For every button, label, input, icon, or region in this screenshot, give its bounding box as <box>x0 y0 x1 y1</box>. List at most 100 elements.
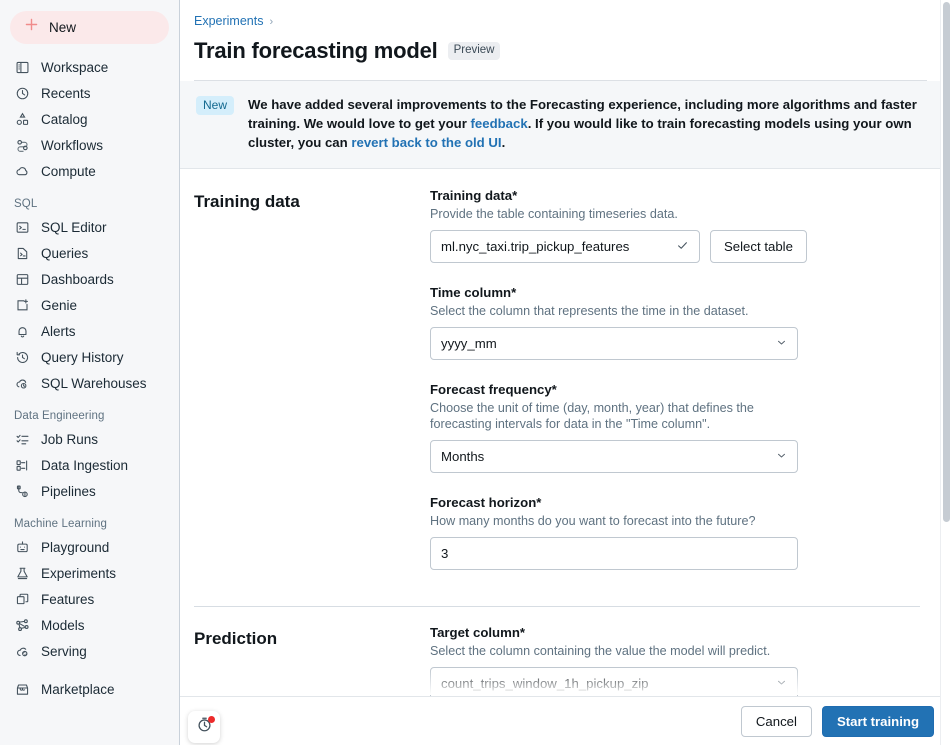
sidebar-group-machine-learning: Machine Learning <box>14 518 108 530</box>
sidebar-item-workspace[interactable]: Workspace <box>0 54 179 80</box>
marketplace-icon <box>14 681 31 698</box>
main-content: Experiments › Train forecasting model Pr… <box>180 0 951 745</box>
revert-old-ui-link[interactable]: revert back to the old UI <box>351 135 501 150</box>
field-time-column: Time column* Select the column that repr… <box>430 285 940 360</box>
sidebar-item-label: Query History <box>41 349 124 365</box>
sidebar-item-label: Workspace <box>41 59 109 75</box>
info-banner: New We have added several improvements t… <box>180 81 951 169</box>
sidebar-item-serving[interactable]: Serving <box>0 638 179 664</box>
sidebar-item-label: Serving <box>41 643 87 659</box>
sidebar-item-label: Marketplace <box>41 681 115 697</box>
forecast-horizon-value: 3 <box>441 546 449 561</box>
sidebar-item-label: Recents <box>41 85 91 101</box>
check-icon <box>676 239 689 255</box>
page-scrollbar[interactable] <box>940 0 951 745</box>
sql-editor-icon <box>14 219 31 236</box>
training-data-value: ml.nyc_taxi.trip_pickup_features <box>441 239 630 254</box>
banner-text: We have added several improvements to th… <box>248 95 931 152</box>
sidebar-item-label: Pipelines <box>41 483 96 499</box>
sidebar-item-experiments[interactable]: Experiments <box>0 560 179 586</box>
field-label: Forecast horizon* <box>430 495 542 510</box>
sidebar-item-label: SQL Editor <box>41 219 107 235</box>
sidebar-item-label: Models <box>41 617 85 633</box>
sidebar-item-workflows[interactable]: Workflows <box>0 132 179 158</box>
bell-icon <box>14 323 31 340</box>
playground-icon <box>14 539 31 556</box>
scrollbar-thumb[interactable] <box>943 2 950 522</box>
sidebar-item-pipelines[interactable]: Pipelines <box>0 478 179 504</box>
field-target-column: Target column* Select the column contain… <box>430 625 940 700</box>
sidebar-item-compute[interactable]: Compute <box>0 158 179 184</box>
notification-dot <box>208 716 215 723</box>
sidebar-item-playground[interactable]: Playground <box>0 534 179 560</box>
field-forecast-horizon: Forecast horizon* How many months do you… <box>430 495 940 570</box>
start-training-button[interactable]: Start training <box>821 705 934 737</box>
page-title: Train forecasting model <box>194 38 438 63</box>
target-column-value: count_trips_window_1h_pickup_zip <box>441 676 649 691</box>
sidebar-item-job-runs[interactable]: Job Runs <box>0 426 179 452</box>
sidebar-item-sql-editor[interactable]: SQL Editor <box>0 214 179 240</box>
sidebar-item-sql-warehouses[interactable]: SQL Warehouses <box>0 370 179 396</box>
sidebar-item-label: Workflows <box>41 137 104 153</box>
sidebar-item-alerts[interactable]: Alerts <box>0 318 179 344</box>
breadcrumb-experiments-link[interactable]: Experiments <box>194 14 263 28</box>
sidebar-item-catalog[interactable]: Catalog <box>0 106 179 132</box>
field-help: How many months do you want to forecast … <box>430 514 756 528</box>
select-table-button[interactable]: Select table <box>710 230 807 263</box>
forecast-horizon-input[interactable]: 3 <box>430 537 798 570</box>
sidebar-item-dashboards[interactable]: Dashboards <box>0 266 179 292</box>
sidebar-item-recents[interactable]: Recents <box>0 80 179 106</box>
sidebar-item-data-ingestion[interactable]: Data Ingestion <box>0 452 179 478</box>
queries-icon <box>14 245 31 262</box>
section-training-data: Training data Training data* Provide the… <box>180 170 940 592</box>
field-help: Provide the table containing timeseries … <box>430 207 678 221</box>
pipelines-icon <box>14 483 31 500</box>
sidebar-item-label: Compute <box>41 163 96 179</box>
field-help: Select the column that represents the ti… <box>430 304 749 318</box>
cloud-icon <box>14 163 31 180</box>
sidebar-item-label: SQL Warehouses <box>41 375 147 391</box>
field-help: Select the column containing the value t… <box>430 644 771 658</box>
chevron-down-icon <box>776 677 787 691</box>
dashboards-icon <box>14 271 31 288</box>
feedback-link[interactable]: feedback <box>471 116 528 131</box>
experiments-icon <box>14 565 31 582</box>
sidebar-item-features[interactable]: Features <box>0 586 179 612</box>
field-help: Choose the unit of time (day, month, yea… <box>430 401 754 431</box>
time-column-value: yyyy_mm <box>441 336 497 351</box>
sidebar-item-label: Experiments <box>41 565 117 581</box>
data-ingestion-icon <box>14 457 31 474</box>
chevron-down-icon <box>776 450 787 464</box>
sidebar-item-queries[interactable]: Queries <box>0 240 179 266</box>
sidebar-item-genie[interactable]: Genie <box>0 292 179 318</box>
status-badge: New <box>196 96 235 116</box>
warehouse-icon <box>14 375 31 392</box>
banner-text-part-3: . <box>501 135 506 150</box>
sidebar-group-data-engineering: Data Engineering <box>14 410 105 422</box>
field-label: Target column* <box>430 625 526 640</box>
time-column-select[interactable]: yyyy_mm <box>430 327 798 360</box>
cancel-button[interactable]: Cancel <box>740 705 812 737</box>
preview-badge: Preview <box>447 42 501 60</box>
timer-fab-button[interactable] <box>188 711 220 743</box>
sidebar-item-models[interactable]: Models <box>0 612 179 638</box>
new-button-label: New <box>49 20 77 35</box>
new-button[interactable]: New <box>10 11 169 44</box>
forecast-frequency-select[interactable]: Months <box>430 440 798 473</box>
sidebar-item-label: Features <box>41 591 95 607</box>
breadcrumb: Experiments › <box>194 14 927 28</box>
footer-bar: Cancel Start training <box>180 696 951 745</box>
field-forecast-frequency: Forecast frequency* Choose the unit of t… <box>430 382 940 473</box>
serving-icon <box>14 643 31 660</box>
sidebar-item-label: Data Ingestion <box>41 457 129 473</box>
input-row: ml.nyc_taxi.trip_pickup_features Select … <box>430 230 940 263</box>
training-data-input[interactable]: ml.nyc_taxi.trip_pickup_features <box>430 230 700 263</box>
workspace-icon <box>14 59 31 76</box>
title-row: Train forecasting model Preview <box>194 38 927 64</box>
field-label: Training data* <box>430 188 518 203</box>
sidebar: New Workspace Recents Catalog Workflows <box>0 0 180 745</box>
form-scroll-area: Training data Training data* Provide the… <box>180 170 940 745</box>
sidebar-item-query-history[interactable]: Query History <box>0 344 179 370</box>
sidebar-item-marketplace[interactable]: Marketplace <box>0 676 179 702</box>
